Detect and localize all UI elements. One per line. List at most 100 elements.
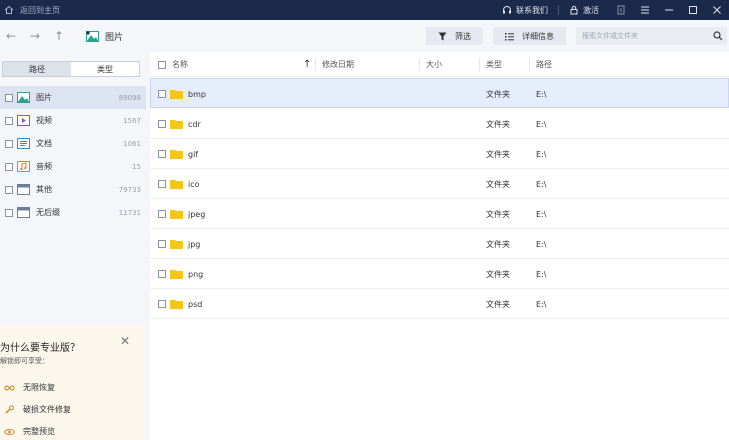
type-count: 1061 bbox=[123, 139, 141, 148]
row-checkbox[interactable] bbox=[158, 270, 166, 278]
search-box[interactable] bbox=[576, 27, 727, 45]
search-input[interactable] bbox=[582, 32, 702, 40]
column-divider[interactable] bbox=[529, 58, 530, 71]
folder-icon bbox=[170, 180, 183, 189]
row-name: jpeg bbox=[188, 209, 206, 219]
promo-subtitle: 解锁即可享受： bbox=[0, 357, 49, 365]
column-divider[interactable] bbox=[315, 58, 316, 71]
promo-feature-label: 破损文件修复 bbox=[23, 405, 71, 414]
left-sidebar: 路径 类型 图片 89098 视频 1567 文档 1061 音频 15 其他 … bbox=[0, 52, 146, 440]
table-row[interactable]: ico 文件夹 E:\ bbox=[150, 169, 729, 199]
maximize-button[interactable] bbox=[681, 0, 705, 20]
row-path: E:\ bbox=[536, 239, 547, 249]
promo-close-icon[interactable]: ✕ bbox=[120, 334, 130, 348]
type-count: 15 bbox=[132, 162, 141, 171]
folder-icon bbox=[170, 90, 183, 99]
column-header-name[interactable]: 名称 bbox=[172, 52, 188, 77]
folder-icon bbox=[170, 300, 183, 309]
pin-button[interactable] bbox=[609, 0, 633, 20]
column-divider[interactable] bbox=[479, 58, 480, 71]
select-all-checkbox[interactable] bbox=[158, 52, 166, 77]
folder-icon bbox=[170, 120, 183, 129]
type-item-no-extension[interactable]: 无后缀 11731 bbox=[0, 201, 146, 224]
type-checkbox[interactable] bbox=[5, 139, 13, 148]
type-label: 文档 bbox=[36, 139, 52, 148]
details-button[interactable]: 详细信息 bbox=[493, 27, 566, 45]
row-name: bmp bbox=[188, 89, 206, 99]
document-type-icon bbox=[17, 138, 30, 149]
type-checkbox[interactable] bbox=[5, 208, 13, 217]
audio-type-icon bbox=[17, 161, 30, 172]
filter-funnel-icon bbox=[438, 32, 447, 40]
type-item-videos[interactable]: 视频 1567 bbox=[0, 109, 146, 132]
type-item-images[interactable]: 图片 89098 bbox=[0, 86, 146, 109]
back-to-home-link[interactable]: 返回到主页 bbox=[0, 5, 60, 16]
contact-us-label: 联系我们 bbox=[516, 5, 548, 15]
filter-button[interactable]: 筛选 bbox=[426, 27, 483, 45]
search-icon[interactable] bbox=[713, 31, 723, 41]
forward-arrow-icon[interactable]: → bbox=[28, 29, 42, 43]
row-path: E:\ bbox=[536, 269, 547, 279]
type-checkbox[interactable] bbox=[5, 185, 13, 194]
close-window-button[interactable] bbox=[705, 0, 729, 20]
type-item-other[interactable]: 其他 79733 bbox=[0, 178, 146, 201]
image-folder-icon bbox=[86, 30, 99, 42]
table-row[interactable]: psd 文件夹 E:\ bbox=[150, 289, 729, 319]
type-count: 11731 bbox=[118, 208, 141, 217]
row-type: 文件夹 bbox=[486, 239, 510, 249]
type-item-documents[interactable]: 文档 1061 bbox=[0, 132, 146, 155]
row-type: 文件夹 bbox=[486, 179, 510, 189]
promo-feature: 无限恢复 bbox=[4, 382, 55, 393]
repair-icon bbox=[5, 404, 15, 414]
table-row[interactable]: png 文件夹 E:\ bbox=[150, 259, 729, 289]
row-checkbox[interactable] bbox=[158, 120, 166, 128]
folder-icon bbox=[170, 270, 183, 279]
column-header-path[interactable]: 路径 bbox=[536, 52, 552, 77]
row-checkbox[interactable] bbox=[158, 210, 166, 218]
promo-feature-label: 完整预览 bbox=[23, 427, 55, 436]
breadcrumb[interactable]: 图片 bbox=[86, 30, 123, 43]
file-table: 名称 ↑ 修改日期 大小 类型 路径 bmp 文件夹 E:\ cdr 文件夹 E… bbox=[150, 52, 729, 440]
table-row[interactable]: jpeg 文件夹 E:\ bbox=[150, 199, 729, 229]
activate-button[interactable]: 激活 bbox=[559, 0, 609, 20]
up-arrow-icon[interactable]: ↑ bbox=[52, 29, 66, 43]
lock-icon bbox=[570, 5, 578, 15]
table-row[interactable]: bmp 文件夹 E:\ bbox=[150, 78, 729, 108]
tab-type[interactable]: 类型 bbox=[71, 62, 139, 76]
row-name: jpg bbox=[188, 239, 201, 249]
back-to-home-label: 返回到主页 bbox=[20, 5, 60, 15]
column-divider[interactable] bbox=[419, 58, 420, 71]
row-type: 文件夹 bbox=[486, 149, 510, 159]
minimize-button[interactable] bbox=[657, 0, 681, 20]
tab-path[interactable]: 路径 bbox=[3, 62, 71, 76]
back-arrow-icon[interactable]: ← bbox=[4, 29, 18, 43]
table-header: 名称 ↑ 修改日期 大小 类型 路径 bbox=[150, 52, 729, 77]
pin-icon bbox=[617, 5, 625, 15]
contact-us-button[interactable]: 联系我们 bbox=[492, 0, 558, 20]
type-item-audio[interactable]: 音频 15 bbox=[0, 155, 146, 178]
table-row[interactable]: jpg 文件夹 E:\ bbox=[150, 229, 729, 259]
row-checkbox[interactable] bbox=[158, 150, 166, 158]
row-path: E:\ bbox=[536, 299, 547, 309]
row-path: E:\ bbox=[536, 119, 547, 129]
menu-button[interactable] bbox=[633, 0, 657, 20]
type-count: 79733 bbox=[118, 185, 141, 194]
sort-ascending-icon[interactable]: ↑ bbox=[303, 52, 311, 77]
row-checkbox[interactable] bbox=[158, 90, 166, 98]
type-checkbox[interactable] bbox=[5, 116, 13, 125]
table-row[interactable]: cdr 文件夹 E:\ bbox=[150, 109, 729, 139]
row-checkbox[interactable] bbox=[158, 240, 166, 248]
title-bar: 返回到主页 联系我们 激活 bbox=[0, 0, 729, 20]
upgrade-promo-panel: 为什么要专业版？ 解锁即可享受： ✕ 无限恢复 破损文件修复 完整预览 bbox=[0, 325, 146, 440]
row-checkbox[interactable] bbox=[158, 180, 166, 188]
table-row[interactable]: gif 文件夹 E:\ bbox=[150, 139, 729, 169]
column-header-modified[interactable]: 修改日期 bbox=[322, 52, 354, 77]
column-header-size[interactable]: 大小 bbox=[426, 52, 442, 77]
type-checkbox[interactable] bbox=[5, 162, 13, 171]
row-checkbox[interactable] bbox=[158, 300, 166, 308]
column-header-type[interactable]: 类型 bbox=[486, 52, 502, 77]
row-name: gif bbox=[188, 149, 199, 159]
promo-feature: 破损文件修复 bbox=[4, 404, 71, 415]
promo-feature: 完整预览 bbox=[4, 426, 55, 437]
type-checkbox[interactable] bbox=[5, 93, 13, 102]
